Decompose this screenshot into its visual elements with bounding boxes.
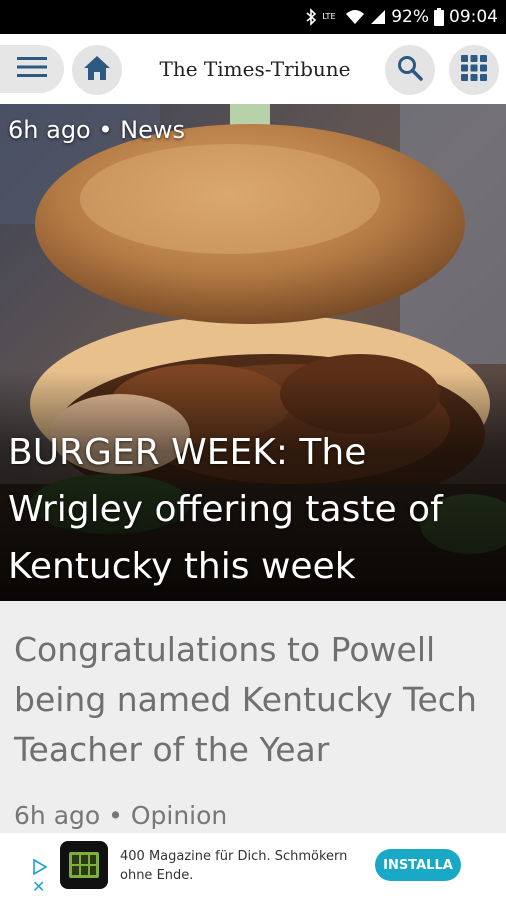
signal-icon [370, 9, 386, 25]
hero-article[interactable]: 6h ago • News BURGER WEEK: The Wrigley o… [0, 104, 506, 601]
article-card[interactable]: Congratulations to Powell being named Ke… [0, 601, 506, 833]
menu-icon [17, 56, 47, 82]
ad-text: 400 Magazine für Dich. Schmökern ohne En… [120, 849, 348, 883]
ad-close-icon[interactable]: ✕ [32, 879, 45, 895]
search-icon [397, 55, 423, 85]
lte-icon: LTE [322, 12, 336, 21]
article-headline[interactable]: Congratulations to Powell being named Ke… [14, 625, 494, 775]
page-title: The Times-Tribune [159, 57, 351, 81]
hero-meta: 6h ago • News [8, 116, 185, 144]
home-icon [83, 55, 111, 85]
ad-choices-icon[interactable] [32, 858, 48, 879]
search-button[interactable] [385, 45, 435, 95]
ad-app-icon [60, 841, 108, 889]
ad-banner[interactable]: ✕ 400 Magazine für Dich. Schmökern ohne … [0, 833, 506, 900]
app-bar: The Times-Tribune [0, 34, 506, 104]
bluetooth-icon [305, 8, 317, 26]
status-bar: LTE 92% 09:04 [0, 0, 506, 34]
menu-button[interactable] [0, 45, 64, 93]
sections-button[interactable] [449, 45, 499, 95]
article-meta: 6h ago • Opinion [14, 801, 228, 830]
ad-install-button[interactable]: INSTALLA [375, 849, 461, 881]
battery-icon [434, 8, 444, 26]
battery-level: 92% [391, 7, 429, 27]
hero-headline[interactable]: BURGER WEEK: The Wrigley offering taste … [8, 424, 500, 595]
wifi-icon [345, 9, 365, 25]
home-button[interactable] [72, 45, 122, 95]
clock: 09:04 [449, 7, 498, 27]
grid-icon [461, 55, 487, 85]
